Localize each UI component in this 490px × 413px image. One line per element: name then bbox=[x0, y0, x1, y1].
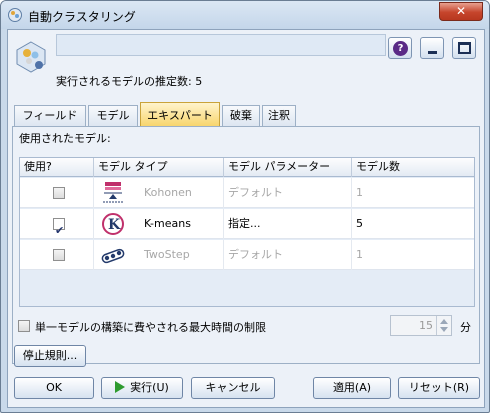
help-button[interactable]: ? bbox=[388, 37, 412, 59]
table-row[interactable]: TwoStep デフォルト 1 bbox=[20, 240, 474, 270]
use-checkbox-kmeans[interactable]: ✔ bbox=[53, 218, 65, 237]
play-icon bbox=[115, 381, 126, 393]
time-limit-label: 単一モデルの構築に費やされる最大時間の制限 bbox=[35, 321, 266, 334]
maximize-button[interactable] bbox=[452, 37, 476, 59]
ok-button[interactable]: OK bbox=[14, 377, 94, 399]
models-table: 使用? モデル タイプ モデル パラメーター モデル数 Kohonen デフォル… bbox=[19, 157, 475, 307]
tab-fields[interactable]: フィールド bbox=[14, 105, 86, 126]
run-button-label: 実行(U) bbox=[130, 381, 169, 394]
apply-button[interactable]: 適用(A) bbox=[313, 377, 391, 399]
time-unit-label: 分 bbox=[460, 321, 471, 334]
parameters-cell[interactable]: 指定... bbox=[224, 209, 352, 239]
model-type-name: Kohonen bbox=[144, 186, 192, 199]
model-type-cell: TwoStep bbox=[94, 240, 224, 270]
use-checkbox-kohonen[interactable] bbox=[53, 187, 65, 199]
use-cell bbox=[20, 240, 94, 270]
kohonen-icon bbox=[103, 182, 123, 203]
tab-discard[interactable]: 破棄 bbox=[222, 105, 260, 126]
spinner-up-icon[interactable] bbox=[440, 319, 448, 324]
column-header-use[interactable]: 使用? bbox=[20, 158, 94, 177]
used-models-label: 使用されたモデル: bbox=[19, 132, 111, 145]
window-title: 自動クラスタリング bbox=[28, 10, 136, 24]
column-header-model-count[interactable]: モデル数 bbox=[352, 158, 476, 177]
title-bar[interactable]: 自動クラスタリング ✕ bbox=[1, 1, 489, 29]
tab-expert[interactable]: エキスパート bbox=[140, 102, 220, 127]
svg-text:K: K bbox=[108, 217, 121, 233]
table-row[interactable]: Kohonen デフォルト 1 bbox=[20, 178, 474, 208]
time-limit-checkbox[interactable] bbox=[18, 320, 30, 332]
model-count-cell[interactable]: 5 bbox=[352, 209, 476, 239]
stop-rules-button[interactable]: 停止規則... bbox=[14, 345, 86, 367]
estimated-model-count: 実行されるモデルの推定数: 5 bbox=[56, 75, 203, 88]
node-icon bbox=[16, 41, 46, 73]
tab-model[interactable]: モデル bbox=[88, 105, 138, 126]
kmeans-icon: K bbox=[102, 213, 124, 235]
close-button[interactable]: ✕ bbox=[439, 2, 483, 21]
auto-cluster-icon bbox=[8, 8, 22, 22]
model-type-cell: K K-means bbox=[94, 209, 224, 239]
reset-button[interactable]: リセット(R) bbox=[398, 377, 480, 399]
use-cell: ✔ bbox=[20, 209, 94, 239]
use-checkbox-twostep[interactable] bbox=[53, 249, 65, 261]
run-button[interactable]: 実行(U) bbox=[101, 377, 183, 399]
model-count-cell[interactable]: 1 bbox=[352, 240, 476, 270]
auto-cluster-dialog: 自動クラスタリング ✕ ? 実行されるモデルの推定数: 5 フィールド モデル … bbox=[0, 0, 490, 413]
node-name-field[interactable] bbox=[56, 34, 386, 56]
dialog-body: ? 実行されるモデルの推定数: 5 フィールド モデル エキスパート 破棄 注釈… bbox=[7, 29, 485, 408]
column-header-model-type[interactable]: モデル タイプ bbox=[94, 158, 224, 177]
model-count-cell[interactable]: 1 bbox=[352, 178, 476, 208]
twostep-icon bbox=[101, 248, 125, 264]
table-row[interactable]: ✔ K K-means 指定... 5 bbox=[20, 209, 474, 239]
model-type-name: K-means bbox=[144, 217, 191, 230]
minimize-button[interactable] bbox=[420, 37, 444, 59]
parameters-cell[interactable]: デフォルト bbox=[224, 240, 352, 270]
cancel-button[interactable]: キャンセル bbox=[191, 377, 275, 399]
minimize-icon bbox=[428, 51, 437, 54]
model-type-cell: Kohonen bbox=[94, 178, 224, 208]
spinner-buttons bbox=[436, 316, 451, 335]
help-icon: ? bbox=[393, 41, 408, 56]
time-limit-value[interactable]: 15 bbox=[419, 319, 433, 332]
model-type-name: TwoStep bbox=[144, 248, 190, 261]
table-header: 使用? モデル タイプ モデル パラメーター モデル数 bbox=[20, 158, 474, 177]
parameters-cell[interactable]: デフォルト bbox=[224, 178, 352, 208]
time-limit-spinner[interactable]: 15 bbox=[390, 315, 452, 336]
tab-annotation[interactable]: 注釈 bbox=[262, 105, 296, 126]
use-cell bbox=[20, 178, 94, 208]
spinner-down-icon[interactable] bbox=[440, 327, 448, 332]
maximize-icon bbox=[458, 42, 471, 54]
column-header-parameters[interactable]: モデル パラメーター bbox=[224, 158, 352, 177]
